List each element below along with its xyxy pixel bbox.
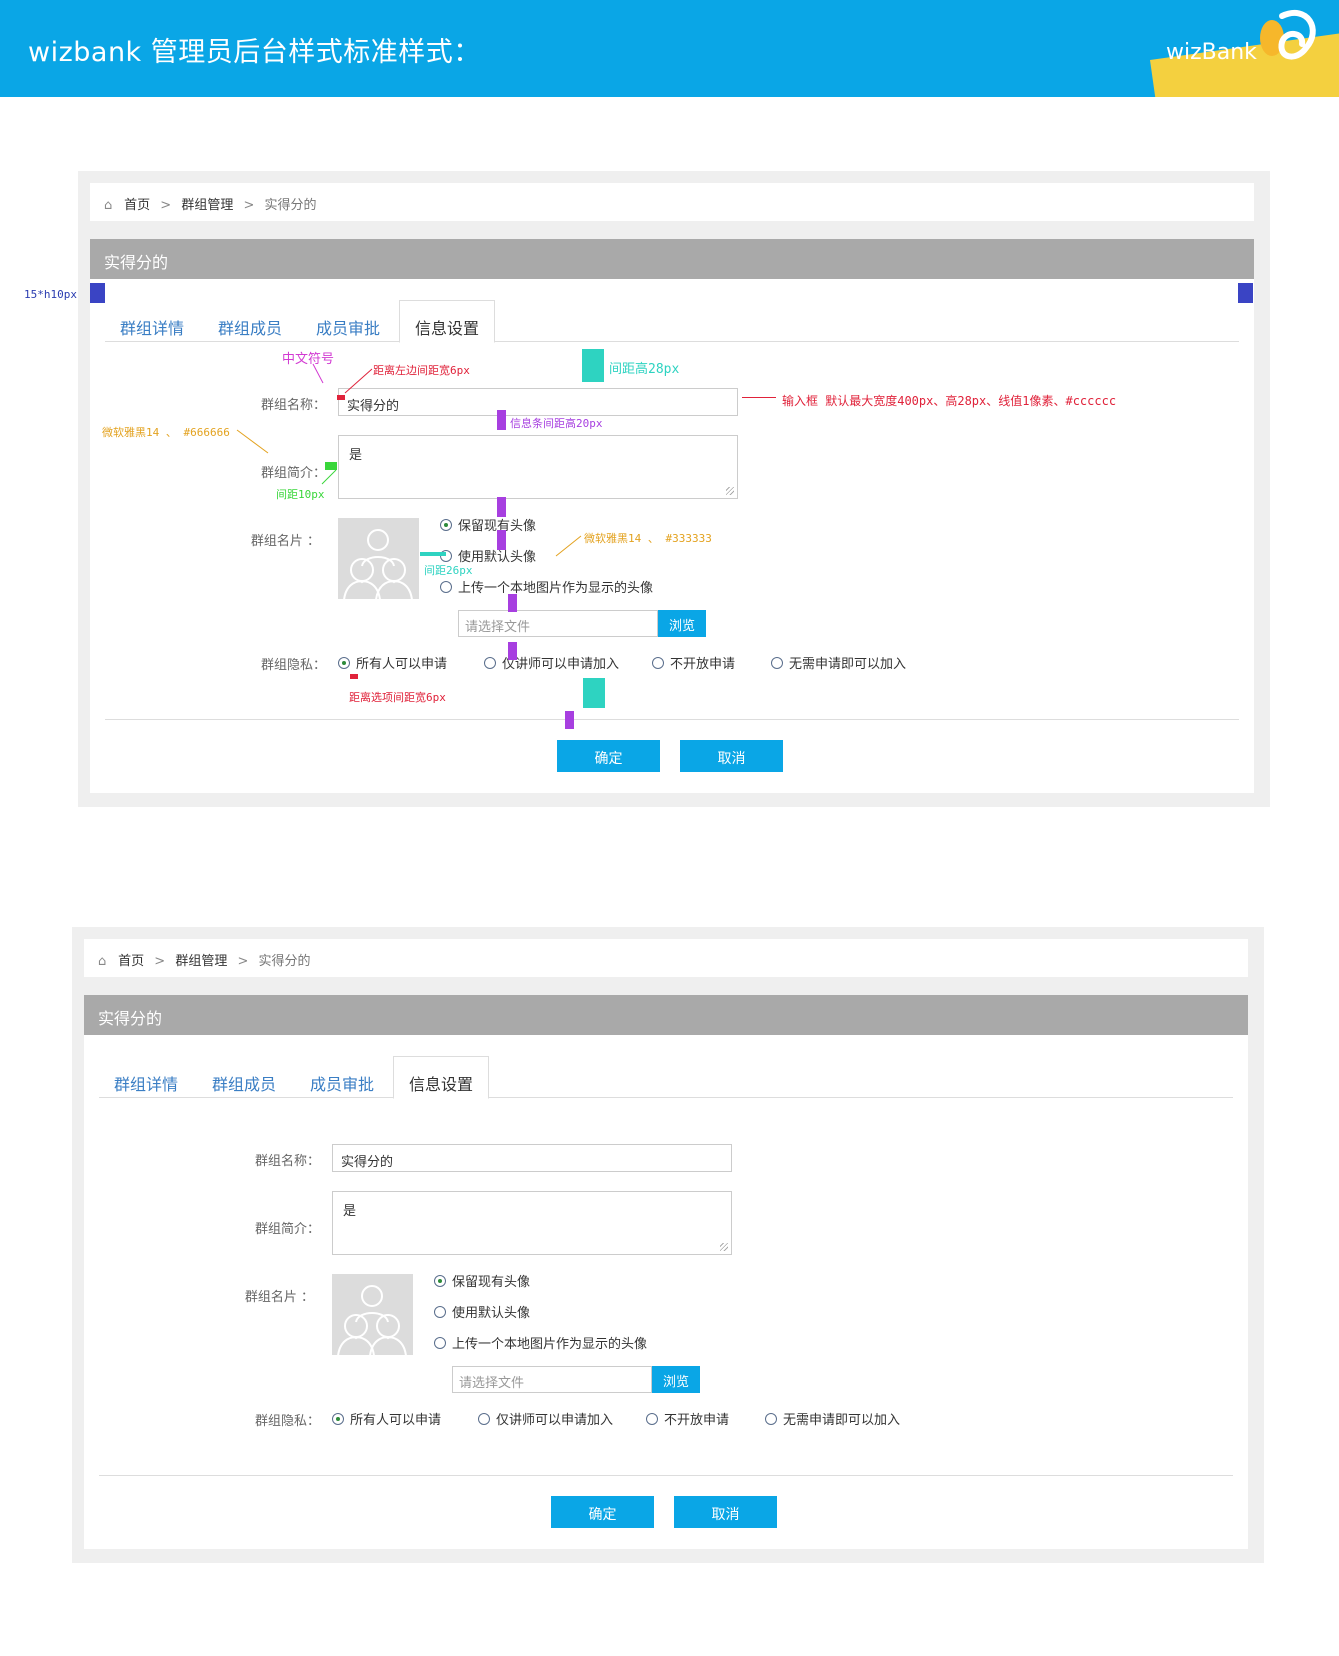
card-option-upload[interactable]: 上传一个本地图片作为显示的头像 bbox=[434, 1333, 647, 1352]
card-option-default-label: 使用默认头像 bbox=[452, 1306, 531, 1321]
card-option-upload-label: 上传一个本地图片作为显示的头像 bbox=[452, 1337, 648, 1352]
browse-button[interactable]: 浏览 bbox=[652, 1366, 700, 1393]
radio-icon[interactable] bbox=[478, 1412, 490, 1425]
breadcrumb-home[interactable]: 首页 bbox=[118, 954, 144, 969]
gap-strip bbox=[84, 977, 1248, 995]
group-intro-label: 群组简介： bbox=[254, 1222, 320, 1237]
breadcrumb-separator: > bbox=[154, 954, 166, 969]
tab-bar: 群组详情 群组成员 成员审批 信息设置 bbox=[99, 1056, 1233, 1099]
home-icon: ⌂ bbox=[98, 954, 107, 969]
radio-icon[interactable] bbox=[434, 1336, 446, 1349]
privacy-option-lecturer[interactable]: 仅讲师可以申请加入 bbox=[478, 1409, 613, 1428]
resize-grip-icon[interactable] bbox=[720, 1243, 728, 1251]
confirm-button[interactable]: 确定 bbox=[551, 1496, 654, 1528]
breadcrumb-current: 实得分的 bbox=[258, 954, 311, 969]
page-title: 实得分的 bbox=[84, 995, 1248, 1035]
breadcrumb-separator: > bbox=[237, 954, 249, 969]
group-intro-textarea[interactable]: 是 bbox=[332, 1191, 732, 1255]
card-option-default[interactable]: 使用默认头像 bbox=[434, 1302, 530, 1321]
privacy-option-anyone[interactable]: 所有人可以申请 bbox=[332, 1409, 441, 1428]
privacy-option-free[interactable]: 无需申请即可以加入 bbox=[765, 1409, 900, 1428]
privacy-option-anyone-label: 所有人可以申请 bbox=[350, 1413, 442, 1428]
radio-icon[interactable] bbox=[434, 1305, 446, 1318]
privacy-option-free-label: 无需申请即可以加入 bbox=[783, 1413, 901, 1428]
default-avatar-icon bbox=[332, 1274, 413, 1355]
card-option-keep-label: 保留现有头像 bbox=[452, 1275, 531, 1290]
group-intro-value: 是 bbox=[343, 1204, 357, 1219]
tab-info-settings[interactable]: 信息设置 bbox=[393, 1056, 490, 1099]
privacy-option-lecturer-label: 仅讲师可以申请加入 bbox=[496, 1413, 614, 1428]
radio-checked-icon[interactable] bbox=[434, 1274, 446, 1287]
radio-icon[interactable] bbox=[765, 1412, 777, 1425]
cancel-button[interactable]: 取消 bbox=[674, 1496, 777, 1528]
file-path-input[interactable]: 请选择文件 bbox=[452, 1366, 652, 1393]
tab-member-approval[interactable]: 成员审批 bbox=[295, 1062, 389, 1098]
tab-group-members[interactable]: 群组成员 bbox=[197, 1062, 291, 1098]
group-name-input[interactable]: 实得分的 bbox=[332, 1144, 732, 1172]
form-divider bbox=[99, 1475, 1233, 1476]
card-option-keep[interactable]: 保留现有头像 bbox=[434, 1271, 530, 1290]
group-name-label: 群组名称： bbox=[254, 1154, 320, 1169]
group-card-label: 群组名片 ： bbox=[244, 1290, 314, 1305]
privacy-option-closed-label: 不开放申请 bbox=[664, 1413, 730, 1428]
radio-checked-icon[interactable] bbox=[332, 1412, 344, 1425]
privacy-option-closed[interactable]: 不开放申请 bbox=[646, 1409, 729, 1428]
breadcrumb: ⌂ 首页 > 群组管理 > 实得分的 bbox=[84, 939, 1248, 977]
panel-content: ⌂ 首页 > 群组管理 > 实得分的 实得分的 群组详情 群组成员 成员审批 信… bbox=[84, 939, 1248, 1549]
clean-panel: ⌂ 首页 > 群组管理 > 实得分的 实得分的 群组详情 群组成员 成员审批 信… bbox=[72, 927, 1264, 1563]
breadcrumb-group-mgmt[interactable]: 群组管理 bbox=[175, 954, 227, 969]
tab-group-details[interactable]: 群组详情 bbox=[99, 1062, 193, 1098]
radio-icon[interactable] bbox=[646, 1412, 658, 1425]
privacy-label: 群组隐私： bbox=[254, 1414, 320, 1429]
